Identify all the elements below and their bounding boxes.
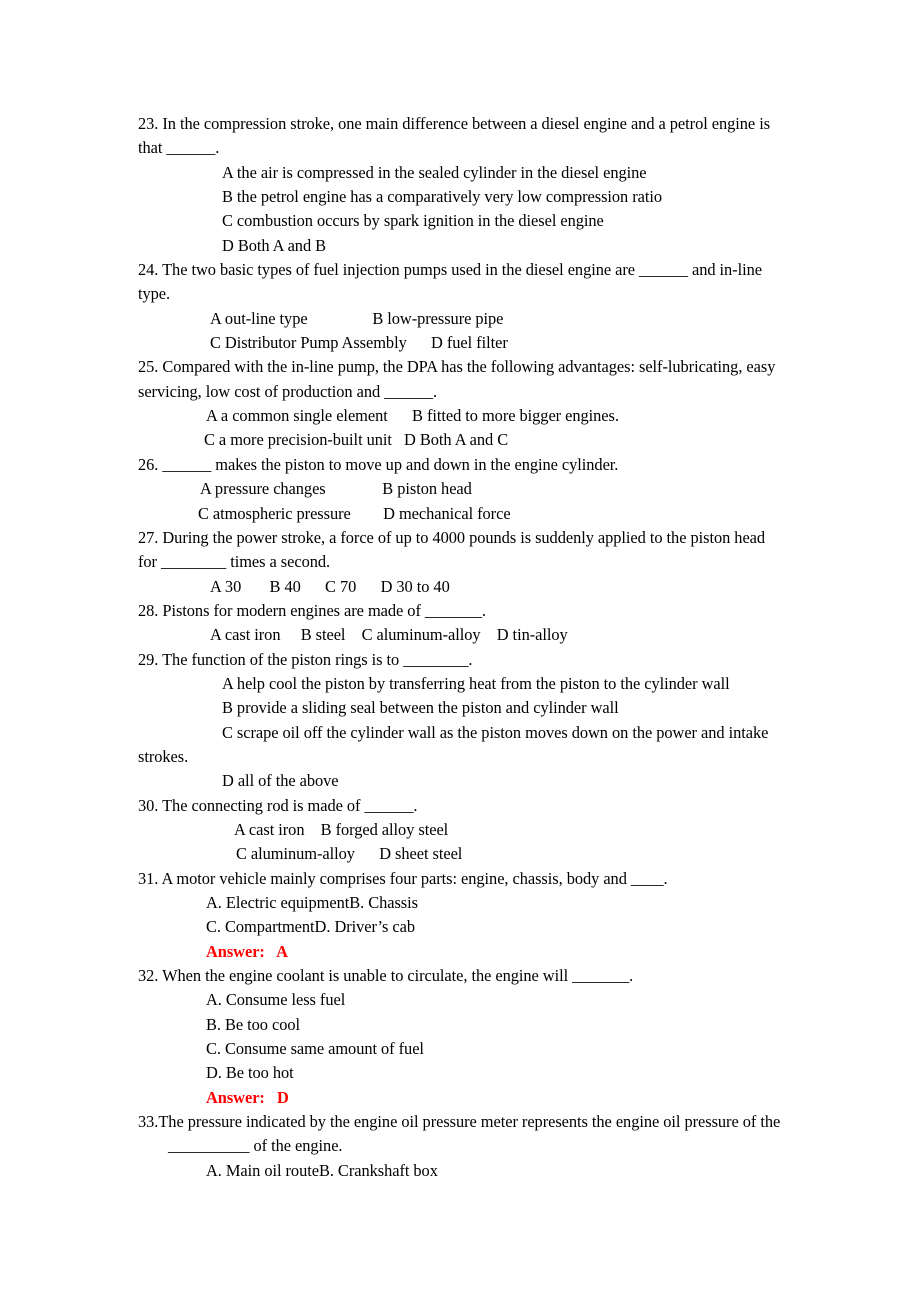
question-block-32: 32. When the engine coolant is unable to… [138, 964, 786, 1110]
option-line: C combustion occurs by spark ignition in… [222, 211, 604, 231]
option-line: B the petrol engine has a comparatively … [222, 187, 663, 207]
question-stem-line: 27. During the power stroke, a force of … [138, 527, 766, 547]
question-block-31: 31. A motor vehicle mainly comprises fou… [138, 867, 786, 964]
option-line: A the air is compressed in the sealed cy… [222, 162, 647, 182]
option-line: A cast iron B forged alloy steel [234, 819, 449, 839]
option-line: C atmospheric pressure D mechanical forc… [198, 503, 511, 523]
question-block-27: 27. During the power stroke, a force of … [138, 526, 786, 599]
option-line: A. Main oil routeB. Crankshaft box [206, 1160, 438, 1180]
answer-label: Answer: D [206, 1087, 289, 1107]
option-line: C aluminum-alloy D sheet steel [236, 844, 463, 864]
option-line: A cast iron B steel C aluminum-alloy D t… [210, 625, 568, 645]
question-stem-line: servicing, low cost of production and __… [138, 381, 438, 401]
question-stem-line: 29. The function of the piston rings is … [138, 649, 473, 669]
question-list: 23. In the compression stroke, one main … [138, 112, 786, 1183]
option-line: D Both A and B [222, 235, 327, 255]
question-stem-line: that ______. [138, 138, 220, 158]
option-line: C Distributor Pump Assembly D fuel filte… [210, 333, 508, 353]
question-stem-line: 31. A motor vehicle mainly comprises fou… [138, 868, 668, 888]
question-stem-line: 25. Compared with the in-line pump, the … [138, 357, 776, 377]
option-line: A help cool the piston by transferring h… [222, 673, 730, 693]
option-line: A. Consume less fuel [206, 990, 346, 1010]
question-block-24: 24. The two basic types of fuel injectio… [138, 258, 786, 355]
question-block-28: 28. Pistons for modern engines are made … [138, 599, 786, 648]
question-block-25: 25. Compared with the in-line pump, the … [138, 355, 786, 452]
question-stem-line: for ________ times a second. [138, 552, 331, 572]
question-block-23: 23. In the compression stroke, one main … [138, 112, 786, 258]
question-stem-line: 33.The pressure indicated by the engine … [138, 1112, 781, 1132]
question-stem-line: 28. Pistons for modern engines are made … [138, 600, 486, 620]
option-line: C scrape oil off the cylinder wall as th… [222, 722, 769, 742]
option-line: A out-line type B low-pressure pipe [210, 308, 504, 328]
option-line: C. CompartmentD. Driver’s cab [206, 917, 416, 937]
question-stem-line: 23. In the compression stroke, one main … [138, 114, 771, 133]
question-block-30: 30. The connecting rod is made of ______… [138, 794, 786, 867]
option-line: C a more precision-built unit D Both A a… [204, 430, 509, 450]
question-block-29: 29. The function of the piston rings is … [138, 648, 786, 794]
answer-label: Answer: A [206, 941, 288, 961]
option-line: B provide a sliding seal between the pis… [222, 698, 619, 718]
question-stem-line: type. [138, 284, 171, 304]
option-line: C. Consume same amount of fuel [206, 1039, 424, 1059]
question-stem-line: 24. The two basic types of fuel injectio… [138, 260, 762, 280]
question-stem-line: 26. ______ makes the piston to move up a… [138, 454, 619, 474]
option-line: D all of the above [222, 771, 339, 791]
option-line: D. Be too hot [206, 1063, 294, 1083]
question-block-26: 26. ______ makes the piston to move up a… [138, 453, 786, 526]
option-line: A 30 B 40 C 70 D 30 to 40 [210, 576, 450, 596]
question-stem-line: 32. When the engine coolant is unable to… [138, 966, 634, 986]
document-page: 23. In the compression stroke, one main … [0, 0, 920, 1302]
option-line: A pressure changes B piston head [200, 479, 472, 499]
option-line: B. Be too cool [206, 1014, 300, 1034]
option-line: A. Electric equipmentB. Chassis [206, 893, 418, 912]
option-line: A a common single element B fitted to mo… [206, 406, 619, 426]
question-block-33: 33.The pressure indicated by the engine … [138, 1110, 786, 1183]
option-line-continuation: strokes. [138, 746, 189, 766]
question-stem-line: 30. The connecting rod is made of ______… [138, 795, 418, 815]
question-stem-line: __________ of the engine. [168, 1136, 343, 1156]
